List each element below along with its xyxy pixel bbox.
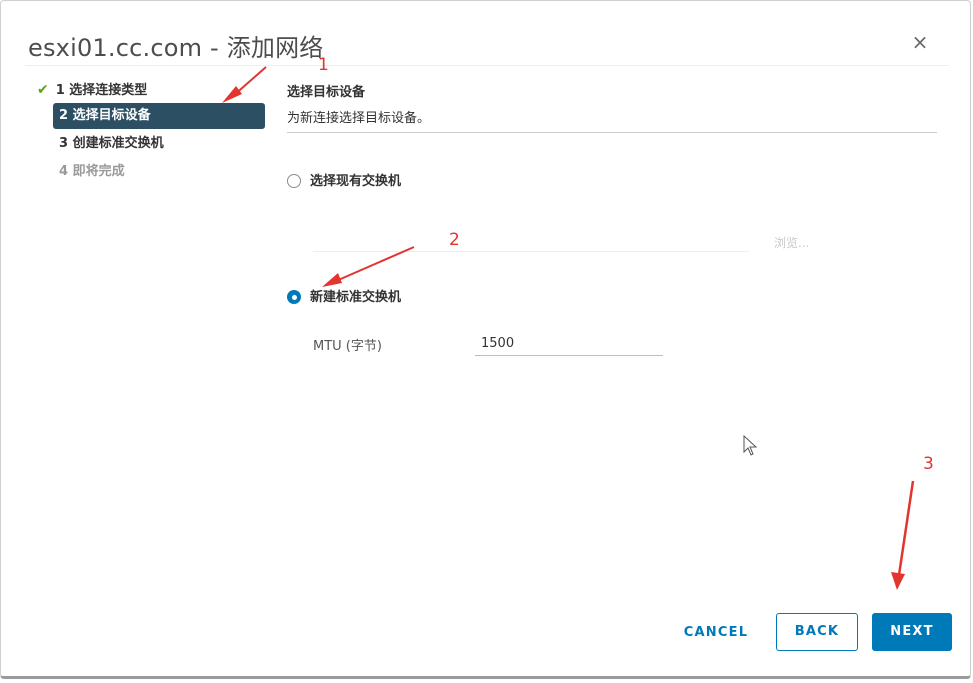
radio-unselected-icon[interactable]: [287, 173, 301, 188]
browse-button: 浏览...: [774, 236, 810, 250]
next-button[interactable]: NEXT: [872, 613, 952, 651]
radio-selected-icon[interactable]: [287, 289, 301, 304]
mtu-label: MTU (字节): [313, 339, 382, 354]
step-select-connection-type[interactable]: ✔ 1 选择连接类型: [37, 79, 147, 105]
back-button[interactable]: BACK: [776, 613, 858, 651]
radio-existing-switch[interactable]: 选择现有交换机: [287, 173, 401, 193]
checkmark-icon: ✔: [37, 82, 49, 98]
step-label: 3 创建标准交换机: [59, 136, 164, 151]
step-label: 2 选择目标设备: [59, 108, 151, 123]
mouse-pointer-icon: [743, 435, 758, 456]
mtu-input[interactable]: [475, 332, 663, 356]
title-divider: [25, 65, 949, 66]
step-label: 1 选择连接类型: [55, 83, 148, 98]
radio-label: 选择现有交换机: [310, 174, 402, 189]
step-create-standard-switch[interactable]: 3 创建标准交换机: [59, 133, 164, 159]
section-divider: [287, 132, 937, 133]
section-title: 选择目标设备: [287, 85, 366, 100]
section-description: 为新连接选择目标设备。: [287, 111, 431, 126]
existing-switch-field: [313, 251, 749, 252]
dialog-title: esxi01.cc.com - 添加网络: [28, 34, 324, 62]
radio-label: 新建标准交换机: [310, 290, 402, 305]
step-ready-to-complete: 4 即将完成: [59, 161, 125, 187]
close-icon[interactable]: ×: [910, 32, 930, 52]
cancel-button[interactable]: CANCEL: [673, 614, 759, 652]
radio-new-standard-switch[interactable]: 新建标准交换机: [287, 289, 401, 309]
step-select-target-device[interactable]: 2 选择目标设备: [53, 103, 265, 129]
step-label: 4 即将完成: [59, 164, 125, 179]
add-network-dialog: esxi01.cc.com - 添加网络 × ✔ 1 选择连接类型 2 选择目标设…: [0, 0, 971, 679]
